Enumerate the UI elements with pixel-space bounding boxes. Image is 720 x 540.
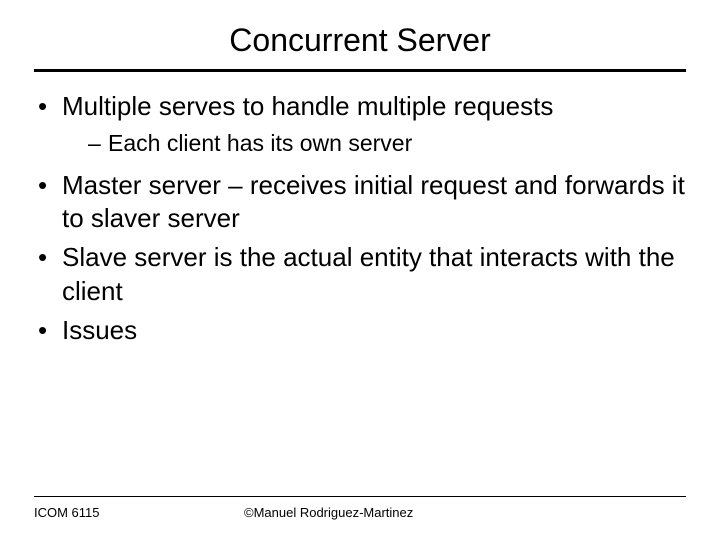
bullet-text: Master server – receives initial request… (62, 170, 685, 233)
slide-title: Concurrent Server (34, 22, 686, 59)
slide: Concurrent Server Multiple serves to han… (0, 0, 720, 540)
footer: ICOM 6115 ©Manuel Rodriguez-Martinez (0, 496, 720, 520)
bullet-item: Master server – receives initial request… (34, 169, 686, 236)
slide-content: Multiple serves to handle multiple reque… (34, 90, 686, 347)
sub-bullet-list: Each client has its own server (62, 129, 686, 158)
bullet-text: Multiple serves to handle multiple reque… (62, 91, 553, 121)
sub-bullet-item: Each client has its own server (88, 129, 686, 158)
bullet-item: Issues (34, 314, 686, 347)
footer-course: ICOM 6115 (34, 505, 214, 520)
bullet-text: Issues (62, 315, 137, 345)
footer-row: ICOM 6115 ©Manuel Rodriguez-Martinez (34, 505, 686, 520)
bullet-item: Multiple serves to handle multiple reque… (34, 90, 686, 159)
title-rule (34, 69, 686, 72)
footer-rule (34, 496, 686, 497)
sub-bullet-text: Each client has its own server (108, 130, 412, 156)
bullet-text: Slave server is the actual entity that i… (62, 242, 675, 305)
bullet-item: Slave server is the actual entity that i… (34, 241, 686, 308)
bullet-list: Multiple serves to handle multiple reque… (34, 90, 686, 347)
footer-copyright: ©Manuel Rodriguez-Martinez (214, 505, 686, 520)
